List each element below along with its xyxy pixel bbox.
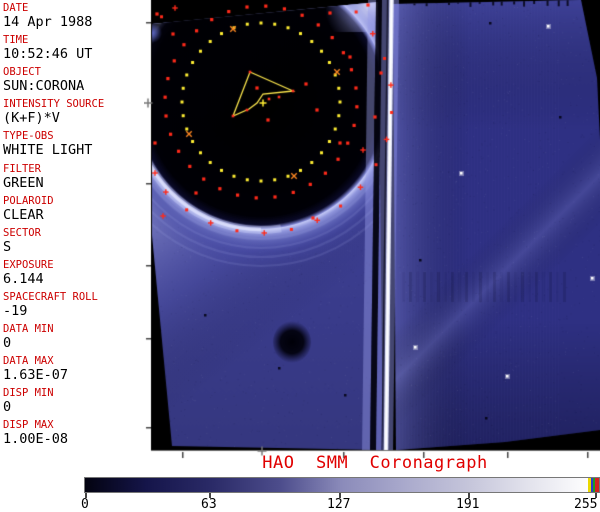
field-disp-max: DISP MAX 1.00E-08 [3, 420, 68, 446]
field-label: TYPE-OBS [3, 131, 92, 142]
field-object: OBJECT SUN:CORONA [3, 67, 84, 93]
field-label: SECTOR [3, 228, 41, 239]
field-time: TIME 10:52:46 UT [3, 35, 92, 61]
coronagraph-display-app: { "sidebar": { "fields": [ {"label":"DAT… [0, 0, 600, 512]
field-value: SUN:CORONA [3, 79, 84, 93]
field-value: -19 [3, 304, 98, 318]
field-value: WHITE LIGHT [3, 143, 92, 157]
coronagraph-image [144, 0, 600, 462]
field-label: SPACECRAFT ROLL [3, 292, 98, 303]
field-value: S [3, 240, 41, 254]
colorbar-tick-label: 127 [327, 498, 350, 511]
colorbar-tick-label: 0 [81, 498, 89, 511]
field-value: 6.144 [3, 272, 54, 286]
field-label: INTENSITY SOURCE [3, 99, 104, 110]
field-type-obs: TYPE-OBS WHITE LIGHT [3, 131, 92, 157]
field-label: DATA MAX [3, 356, 68, 367]
field-label: TIME [3, 35, 92, 46]
field-value: 1.00E-08 [3, 432, 68, 446]
colorbar-tick-label: 63 [201, 498, 217, 511]
field-sector: SECTOR S [3, 228, 41, 254]
field-intensity-source: INTENSITY SOURCE (K+F)*V [3, 99, 104, 125]
field-value: (K+F)*V [3, 111, 104, 125]
metadata-panel: DATE 14 Apr 1988 TIME 10:52:46 UT OBJECT SU… [0, 0, 150, 452]
field-label: FILTER [3, 164, 44, 175]
field-label: DISP MAX [3, 420, 68, 431]
field-label: POLAROID [3, 196, 54, 207]
field-label: DATA MIN [3, 324, 54, 335]
field-polaroid: POLAROID CLEAR [3, 196, 54, 222]
colorbar-tick-label: 191 [456, 498, 479, 511]
field-spacecraft-roll: SPACECRAFT ROLL -19 [3, 292, 98, 318]
field-label: DISP MIN [3, 388, 54, 399]
field-disp-min: DISP MIN 0 [3, 388, 54, 414]
field-label: OBJECT [3, 67, 84, 78]
field-data-max: DATA MAX 1.63E-07 [3, 356, 68, 382]
field-value: 1.63E-07 [3, 368, 68, 382]
image-title: HAO SMM Coronagraph [150, 453, 600, 473]
field-label: DATE [3, 3, 92, 14]
colorbar-stripe [595, 478, 599, 492]
field-filter: FILTER GREEN [3, 164, 44, 190]
field-date: DATE 14 Apr 1988 [3, 3, 92, 29]
field-value: 0 [3, 400, 54, 414]
colorbar-tick-label: 255 [574, 498, 597, 511]
field-value: GREEN [3, 176, 44, 190]
field-value: CLEAR [3, 208, 54, 222]
field-label: EXPOSURE [3, 260, 54, 271]
field-data-min: DATA MIN 0 [3, 324, 54, 350]
field-value: 10:52:46 UT [3, 47, 92, 61]
colorbar [84, 477, 600, 493]
field-exposure: EXPOSURE 6.144 [3, 260, 54, 286]
field-value: 14 Apr 1988 [3, 15, 92, 29]
field-value: 0 [3, 336, 54, 350]
